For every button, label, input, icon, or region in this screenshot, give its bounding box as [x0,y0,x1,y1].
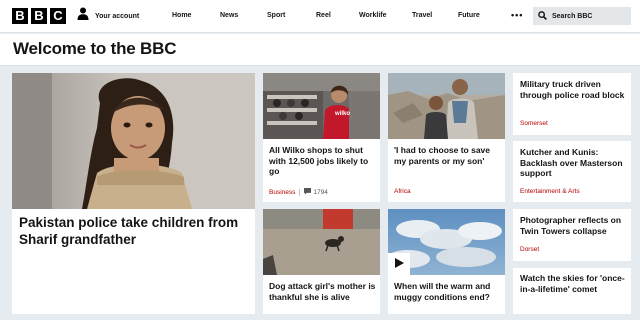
comment-icon [304,188,312,197]
lead-story-headline[interactable]: Pakistan police take children from Shari… [19,215,249,249]
meta-separator [299,189,301,196]
story-image-choose[interactable] [388,73,505,139]
story-card-kutcher[interactable]: Kutcher and Kunis: Backlash over Masters… [513,141,631,202]
story-headline-wilko[interactable]: All Wilko shops to shut with 12,500 jobs… [269,145,375,177]
play-icon [394,255,404,273]
account-link[interactable]: Your account [77,7,140,25]
nav-reel[interactable]: Reel [316,12,331,19]
story-image-wilko[interactable]: wilko [263,73,380,139]
bbc-logo[interactable]: B B C [12,8,66,24]
nav-future[interactable]: Future [458,12,480,19]
lead-story-card[interactable]: Pakistan police take children from Shari… [12,73,255,314]
page-title: Welcome to the BBC [13,39,177,58]
story-image-dog[interactable] [263,209,380,275]
story-headline-comet[interactable]: Watch the skies for 'once-in-a-lifetime'… [520,273,628,294]
story-meta-wilko: Business 1794 [269,188,328,197]
story-tag-choose[interactable]: Africa [394,188,411,195]
search-icon [538,7,547,25]
story-card-photographer[interactable]: Photographer reflects on Twin Towers col… [513,209,631,261]
story-card-weather[interactable]: When will the warm and muggy conditions … [388,209,505,314]
story-card-wilko[interactable]: wilko All Wilko shops to shut with 12,50… [263,73,380,202]
story-tag-wilko[interactable]: Business [269,189,295,196]
story-image-weather[interactable] [388,209,505,275]
story-headline-weather[interactable]: When will the warm and muggy conditions … [394,281,502,302]
story-card-dog[interactable]: Dog attack girl's mother is thankful she… [263,209,380,314]
logo-letter: B [12,8,28,24]
account-label: Your account [95,12,140,20]
more-menu-button[interactable]: ••• [511,10,523,20]
logo-letter: B [31,8,47,24]
story-tag-truck[interactable]: Somerset [520,120,548,127]
story-card-choose[interactable]: 'I had to choose to save my parents or m… [388,73,505,202]
story-headline-choose[interactable]: 'I had to choose to save my parents or m… [394,145,500,166]
story-tag-photographer[interactable]: Dorset [520,246,539,253]
search-box[interactable]: Search BBC [533,7,631,25]
story-headline-dog[interactable]: Dog attack girl's mother is thankful she… [269,281,377,302]
search-label: Search BBC [552,12,593,20]
story-card-comet[interactable]: Watch the skies for 'once-in-a-lifetime'… [513,268,631,314]
top-navigation-bar: B B C Your account Home News Sport Reel … [0,0,640,33]
story-headline-truck[interactable]: Military truck driven through police roa… [520,79,628,100]
story-headline-photographer[interactable]: Photographer reflects on Twin Towers col… [520,215,630,236]
nav-worklife[interactable]: Worklife [359,12,387,19]
comments-count[interactable]: 1794 [304,188,328,197]
comments-count-value: 1794 [313,189,328,196]
story-tag-kutcher[interactable]: Entertainment & Arts [520,188,580,195]
lead-story-image[interactable] [12,73,255,209]
nav-home[interactable]: Home [172,12,191,19]
user-icon [77,7,89,25]
logo-letter: C [50,8,66,24]
video-play-button[interactable] [388,253,410,275]
nav-news[interactable]: News [220,12,238,19]
nav-sport[interactable]: Sport [267,12,285,19]
page-title-band: Welcome to the BBC [0,34,640,66]
wilko-sign-text: wilko [335,111,351,117]
story-headline-kutcher[interactable]: Kutcher and Kunis: Backlash over Masters… [520,147,628,179]
story-card-truck[interactable]: Military truck driven through police roa… [513,73,631,135]
nav-travel[interactable]: Travel [412,12,432,19]
